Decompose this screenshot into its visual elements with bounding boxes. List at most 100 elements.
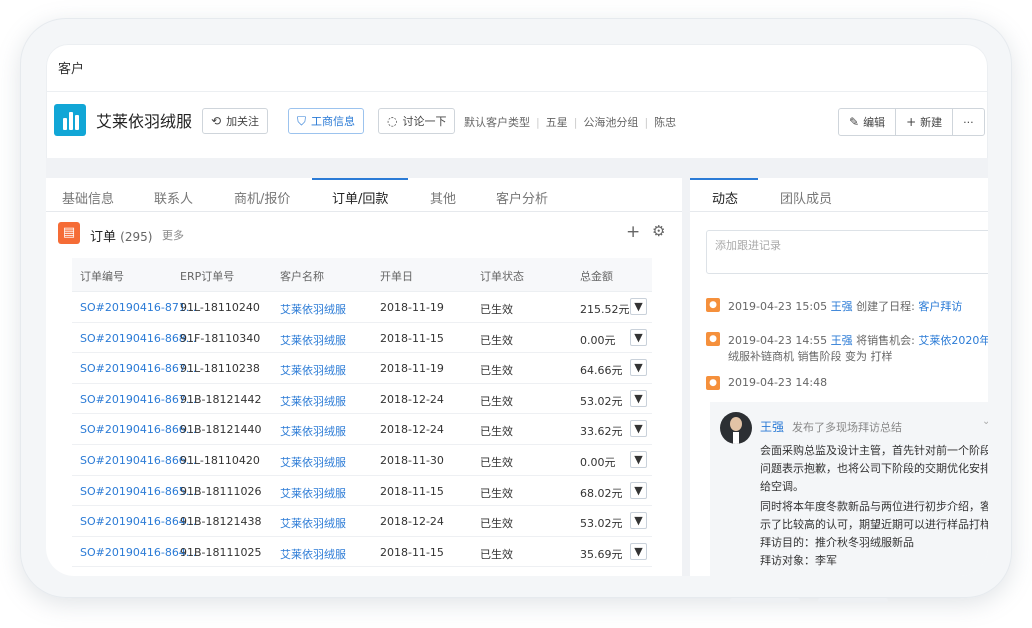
panel-divider <box>682 178 690 576</box>
section-gap <box>46 158 988 178</box>
table-row[interactable]: SO#20190416-866... 91B-18121440 艾莱依羽绒服 2… <box>72 414 652 445</box>
order-date: 2018-12-24 <box>380 423 444 437</box>
activity-user-link[interactable]: 王强 <box>831 334 853 347</box>
tab-basic-info[interactable]: 基础信息 <box>62 188 114 207</box>
tab-customer-analysis[interactable]: 客户分析 <box>496 188 548 207</box>
follow-button[interactable]: ⟲ 加关注 <box>202 108 269 134</box>
customer-name-link[interactable]: 艾莱依羽绒服 <box>280 362 346 378</box>
customer-owner: 陈忠 <box>654 116 677 129</box>
order-number-link[interactable]: SO#20190416-867... <box>80 393 196 406</box>
activity-user-link[interactable]: 王强 <box>831 300 853 313</box>
tab-opportunities[interactable]: 商机/报价 <box>234 188 290 207</box>
column-header[interactable]: 客户名称 <box>280 268 324 284</box>
order-amount: 64.66元 <box>580 364 623 378</box>
tab-other[interactable]: 其他 <box>430 188 456 207</box>
table-row[interactable]: SO#20190416-868... 91F-18110340 艾莱依羽绒服 2… <box>72 323 652 354</box>
customer-type: 默认客户类型 <box>464 116 530 129</box>
chevron-down-icon[interactable]: ▼ <box>630 328 647 346</box>
customer-name-link[interactable]: 艾莱依羽绒服 <box>280 454 346 470</box>
plus-icon: + <box>906 115 917 129</box>
tab-team-members[interactable]: 团队成员 <box>780 188 832 207</box>
erp-order-number: 91B-18121440 <box>180 423 262 437</box>
edit-button[interactable]: ✎ 编辑 <box>839 109 897 135</box>
device-home-bar <box>818 598 888 603</box>
column-header[interactable]: 订单状态 <box>480 268 524 284</box>
customer-name-link[interactable]: 艾莱依羽绒服 <box>280 485 346 501</box>
table-row[interactable]: SO#20190416-871... 91L-18110240 艾莱依羽绒服 2… <box>72 292 652 323</box>
chevron-down-icon[interactable]: ▼ <box>630 359 647 377</box>
order-amount: 215.52元 <box>580 303 630 316</box>
table-row[interactable]: SO#20190416-867... 91B-18121442 艾莱依羽绒服 2… <box>72 384 652 415</box>
card-action: 发布了多现场拜访总结 <box>792 421 902 434</box>
chevron-down-icon[interactable]: ▼ <box>630 389 647 407</box>
card-user-link[interactable]: 王强 <box>760 418 784 435</box>
order-date: 2018-11-15 <box>380 545 444 559</box>
column-header[interactable]: 总金额 <box>580 268 613 284</box>
plus-icon[interactable]: + <box>626 222 640 242</box>
tab-orders[interactable]: 订单/回款 <box>332 188 388 207</box>
customer-name-link[interactable]: 艾莱依羽绒服 <box>280 515 346 531</box>
tab-activity[interactable]: 动态 <box>712 188 738 207</box>
orders-table: 订单编号 ERP订单号 客户名称 开单日 订单状态 总金额 SO#2019041… <box>72 258 652 568</box>
order-number-link[interactable]: SO#20190416-864... <box>80 515 196 528</box>
card-text-line: 同时将本年度冬款新品与两位进行初步介绍，客户表 <box>760 500 988 513</box>
column-header[interactable]: 开单日 <box>380 268 413 284</box>
order-number-link[interactable]: SO#20190416-868... <box>80 332 196 345</box>
order-number-link[interactable]: SO#20190416-871... <box>80 301 196 314</box>
customer-name-link[interactable]: 艾莱依羽绒服 <box>280 332 346 348</box>
activity-action: 创建了日程: <box>856 300 915 313</box>
table-row[interactable]: SO#20190416-865... 91B-18111026 艾莱依羽绒服 2… <box>72 476 652 507</box>
pencil-icon: ✎ <box>849 115 860 129</box>
order-number-link[interactable]: SO#20190416-866... <box>80 454 196 467</box>
order-amount: 35.69元 <box>580 547 623 561</box>
chevron-down-icon[interactable]: ⌄ <box>982 416 988 427</box>
table-row[interactable]: SO#20190416-866... 91L-18110420 艾莱依羽绒服 2… <box>72 445 652 476</box>
card-text-line: 拜访目的：推介秋冬羽绒服新品 <box>760 536 914 549</box>
order-amount: 53.02元 <box>580 517 623 531</box>
chevron-down-icon[interactable]: ▼ <box>630 298 647 315</box>
table-row[interactable]: SO#20190416-864... 91B-18111025 艾莱依羽绒服 2… <box>72 537 652 568</box>
order-date: 2018-11-19 <box>380 362 444 376</box>
card-text-line: 会面采购总监及设计主管，首先针对前一个阶段交期 <box>760 444 988 457</box>
column-header[interactable]: ERP订单号 <box>180 268 234 284</box>
order-number-link[interactable]: SO#20190416-867... <box>80 362 196 375</box>
order-number-link[interactable]: SO#20190416-865... <box>80 485 196 498</box>
order-amount: 53.02元 <box>580 394 623 408</box>
order-number-link[interactable]: SO#20190416-864... <box>80 546 196 559</box>
order-status: 已生效 <box>480 425 513 439</box>
more-button[interactable]: ··· <box>953 109 984 135</box>
header-actions: ✎ 编辑 + 新建 ··· <box>838 108 985 136</box>
customer-name-link[interactable]: 艾莱依羽绒服 <box>280 423 346 439</box>
activity-target-link[interactable]: 客户拜访 <box>918 300 962 313</box>
orders-more-link[interactable]: 更多 <box>162 227 184 243</box>
tab-contacts[interactable]: 联系人 <box>154 188 193 207</box>
orders-title: 订单 (295) <box>90 230 153 245</box>
chevron-down-icon[interactable]: ▼ <box>630 512 647 530</box>
order-status: 已生效 <box>480 547 513 561</box>
customer-name-link[interactable]: 艾莱依羽绒服 <box>280 301 346 317</box>
chevron-down-icon[interactable]: ▼ <box>630 481 647 499</box>
document-icon: ▤ <box>58 222 80 244</box>
window-title: 客户 <box>58 62 85 77</box>
customer-name-link[interactable]: 艾莱依羽绒服 <box>280 393 346 409</box>
order-status: 已生效 <box>480 333 513 347</box>
chevron-down-icon[interactable]: ▼ <box>630 450 647 468</box>
customer-meta: 默认客户类型 | 五星 | 公海池分组 | 陈忠 <box>464 116 677 129</box>
follow-up-input[interactable]: 添加跟进记录 <box>706 230 988 274</box>
order-amount: 0.00元 <box>580 333 616 347</box>
activity-target-link[interactable]: 艾莱依2020年秋冬羽 <box>918 334 988 347</box>
erp-order-number: 91B-18121442 <box>180 392 262 406</box>
discuss-button[interactable]: ◌ 讨论一下 <box>378 108 456 134</box>
new-button[interactable]: + 新建 <box>896 109 954 135</box>
column-header[interactable]: 订单编号 <box>80 268 124 284</box>
table-row[interactable]: SO#20190416-864... 91B-18121438 艾莱依羽绒服 2… <box>72 506 652 537</box>
activity-action: 将销售机会: <box>856 334 915 347</box>
table-row[interactable]: SO#20190416-867... 91L-18110238 艾莱依羽绒服 2… <box>72 353 652 384</box>
erp-order-number: 91L-18110238 <box>180 362 260 376</box>
chevron-down-icon[interactable]: ▼ <box>630 420 647 438</box>
business-info-button[interactable]: ⛉ 工商信息 <box>288 108 365 134</box>
chevron-down-icon[interactable]: ▼ <box>630 542 647 560</box>
gear-icon[interactable]: ⚙ <box>652 222 665 240</box>
order-number-link[interactable]: SO#20190416-866... <box>80 423 196 436</box>
customer-name-link[interactable]: 艾莱依羽绒服 <box>280 546 346 562</box>
